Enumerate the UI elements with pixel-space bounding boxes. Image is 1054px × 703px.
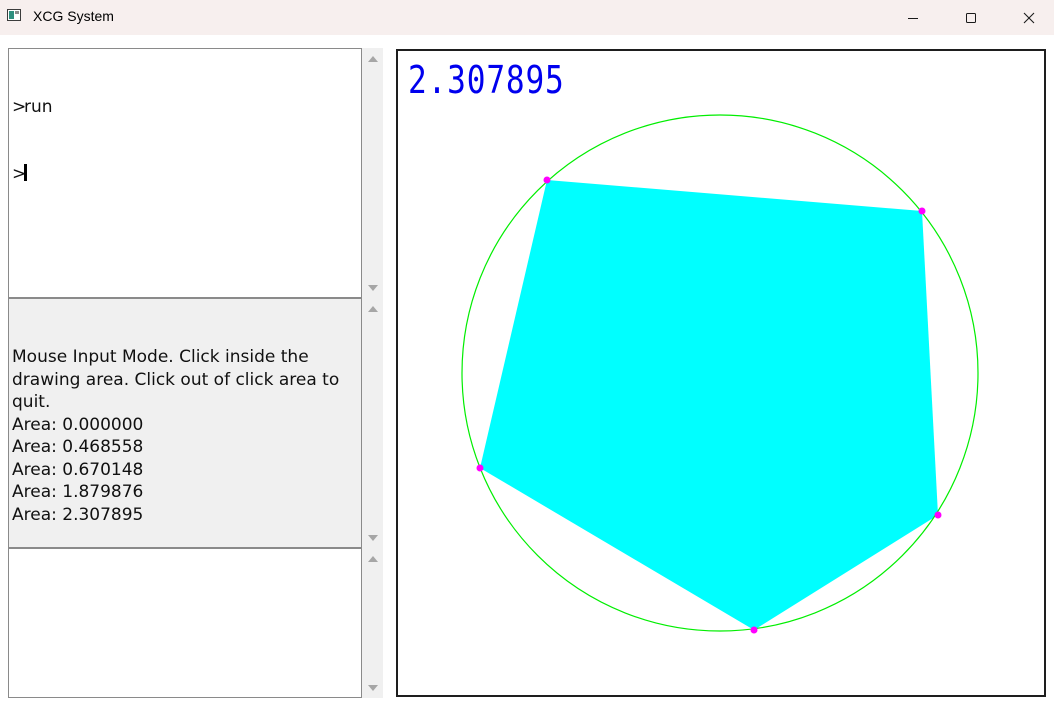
command-line-active[interactable]: > [12,163,361,185]
output-line: Area: 1.879876 [12,482,144,502]
drawing-area[interactable]: 2.307895 [396,49,1046,697]
output-intro: Mouse Input Mode. Click inside the drawi… [12,347,345,412]
area-readout: 2.307895 [408,58,565,102]
text-caret [24,164,27,181]
title-bar[interactable]: XCG System [0,0,1054,35]
scroll-up-arrow-icon[interactable] [368,56,378,62]
vertex-point [934,511,942,519]
close-icon [1023,12,1035,23]
prompt-marker: > [12,97,27,117]
command-input-pane[interactable]: >run > [8,48,362,298]
client-area: >run > Mouse Input Mode. Click inside th… [0,35,1054,703]
scroll-down-arrow-icon[interactable] [368,535,378,541]
vertex-point [543,176,551,184]
scroll-up-arrow-icon[interactable] [368,306,378,312]
scroll-up-arrow-icon[interactable] [368,556,378,562]
app-window-icon [7,9,21,21]
output-line: Area: 2.307895 [12,504,144,525]
output-pane-scrollbar[interactable] [362,298,383,548]
drawing-canvas[interactable] [398,51,1044,695]
output-line: Area: 0.670148 [12,459,144,480]
window-title: XCG System [33,8,114,24]
scroll-down-arrow-icon[interactable] [368,685,378,691]
output-pane[interactable]: Mouse Input Mode. Click inside the drawi… [8,298,362,548]
output-line: Area: 0.468558 [12,437,144,457]
scroll-down-arrow-icon[interactable] [368,285,378,291]
vertex-point [750,626,758,634]
command-text: run [24,97,53,117]
command-pane-scrollbar[interactable] [362,48,383,298]
minimize-button[interactable] [884,0,942,35]
vertex-point [918,207,926,215]
maximize-button[interactable] [942,0,1000,35]
pentagon-polygon [480,180,938,630]
close-button[interactable] [1000,0,1054,35]
prompt-marker: > [12,164,27,184]
output-line: Area: 0.000000 [12,414,144,435]
minimize-icon [908,17,918,19]
maximize-icon [966,12,976,23]
vertex-point [476,464,484,472]
log-pane-scrollbar[interactable] [362,548,383,698]
command-line: >run [12,96,361,118]
log-pane[interactable] [8,548,362,698]
